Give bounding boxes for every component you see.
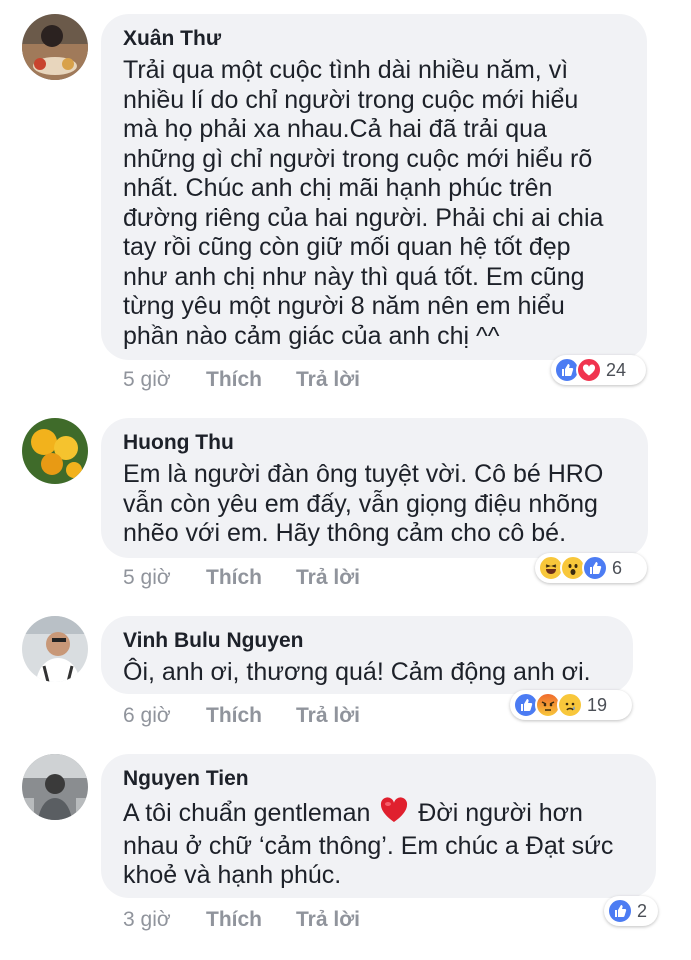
comment-actions: 5 giờ Thích Trả lời (123, 368, 360, 392)
reply-button[interactable]: Trả lời (296, 566, 360, 590)
reply-button[interactable]: Trả lời (296, 368, 360, 392)
comment-bubble: Huong Thu Em là người đàn ông tuyệt vời.… (101, 418, 648, 558)
comment-text: Ôi, anh ơi, thương quá! Cảm động anh ơi. (123, 658, 591, 686)
reaction-count: 19 (587, 694, 608, 715)
comment-author[interactable]: Vinh Bulu Nguyen (123, 628, 611, 654)
avatar[interactable] (22, 754, 88, 820)
like-button[interactable]: Thích (206, 368, 296, 392)
avatar[interactable] (22, 616, 88, 682)
comment-text: Trải qua một cuộc tình dài nhiều năm, vì… (123, 56, 604, 350)
reaction-count: 24 (606, 359, 627, 380)
comment-time[interactable]: 5 giờ (123, 368, 206, 392)
comment-actions: 6 giờ Thích Trả lời (123, 704, 360, 728)
comment-text: A tôi chuẩn gentleman Đời người hơn nhau… (123, 796, 634, 891)
love-icon (576, 357, 602, 383)
comment-time[interactable]: 3 giờ (123, 908, 206, 932)
reaction-summary[interactable]: 6 (535, 553, 647, 583)
comment-author[interactable]: Xuân Thư (123, 26, 625, 52)
comment-actions: 5 giờ Thích Trả lời (123, 566, 360, 590)
comment-author[interactable]: Nguyen Tien (123, 766, 634, 792)
heart-emoji-icon (379, 796, 409, 832)
sad-icon (557, 692, 583, 718)
like-button[interactable]: Thích (206, 704, 296, 728)
reply-button[interactable]: Trả lời (296, 704, 360, 728)
comment-actions: 3 giờ Thích Trả lời (123, 908, 360, 932)
comment-bubble: Xuân Thư Trải qua một cuộc tình dài nhiề… (101, 14, 647, 360)
comment-author[interactable]: Huong Thu (123, 430, 626, 456)
comment-text: Em là người đàn ông tuyệt vời. Cô bé HRO… (123, 460, 604, 547)
like-button[interactable]: Thích (206, 566, 296, 590)
reaction-count: 2 (637, 900, 648, 921)
reaction-summary[interactable]: 24 (551, 355, 646, 385)
reaction-summary[interactable]: 19 (510, 690, 632, 720)
comment-time[interactable]: 6 giờ (123, 704, 206, 728)
reaction-summary[interactable]: 2 (604, 896, 658, 926)
like-icon (582, 555, 608, 581)
comment-bubble: Vinh Bulu Nguyen Ôi, anh ơi, thương quá!… (101, 616, 633, 694)
avatar[interactable] (22, 418, 88, 484)
reply-button[interactable]: Trả lời (296, 908, 360, 932)
like-button[interactable]: Thích (206, 908, 296, 932)
comment-bubble: Nguyen Tien A tôi chuẩn gentleman Đời ng… (101, 754, 656, 898)
like-icon (607, 898, 633, 924)
reaction-count: 6 (612, 557, 623, 578)
comment-time[interactable]: 5 giờ (123, 566, 206, 590)
comment-text-part: A tôi chuẩn gentleman (123, 799, 378, 827)
avatar[interactable] (22, 14, 88, 80)
